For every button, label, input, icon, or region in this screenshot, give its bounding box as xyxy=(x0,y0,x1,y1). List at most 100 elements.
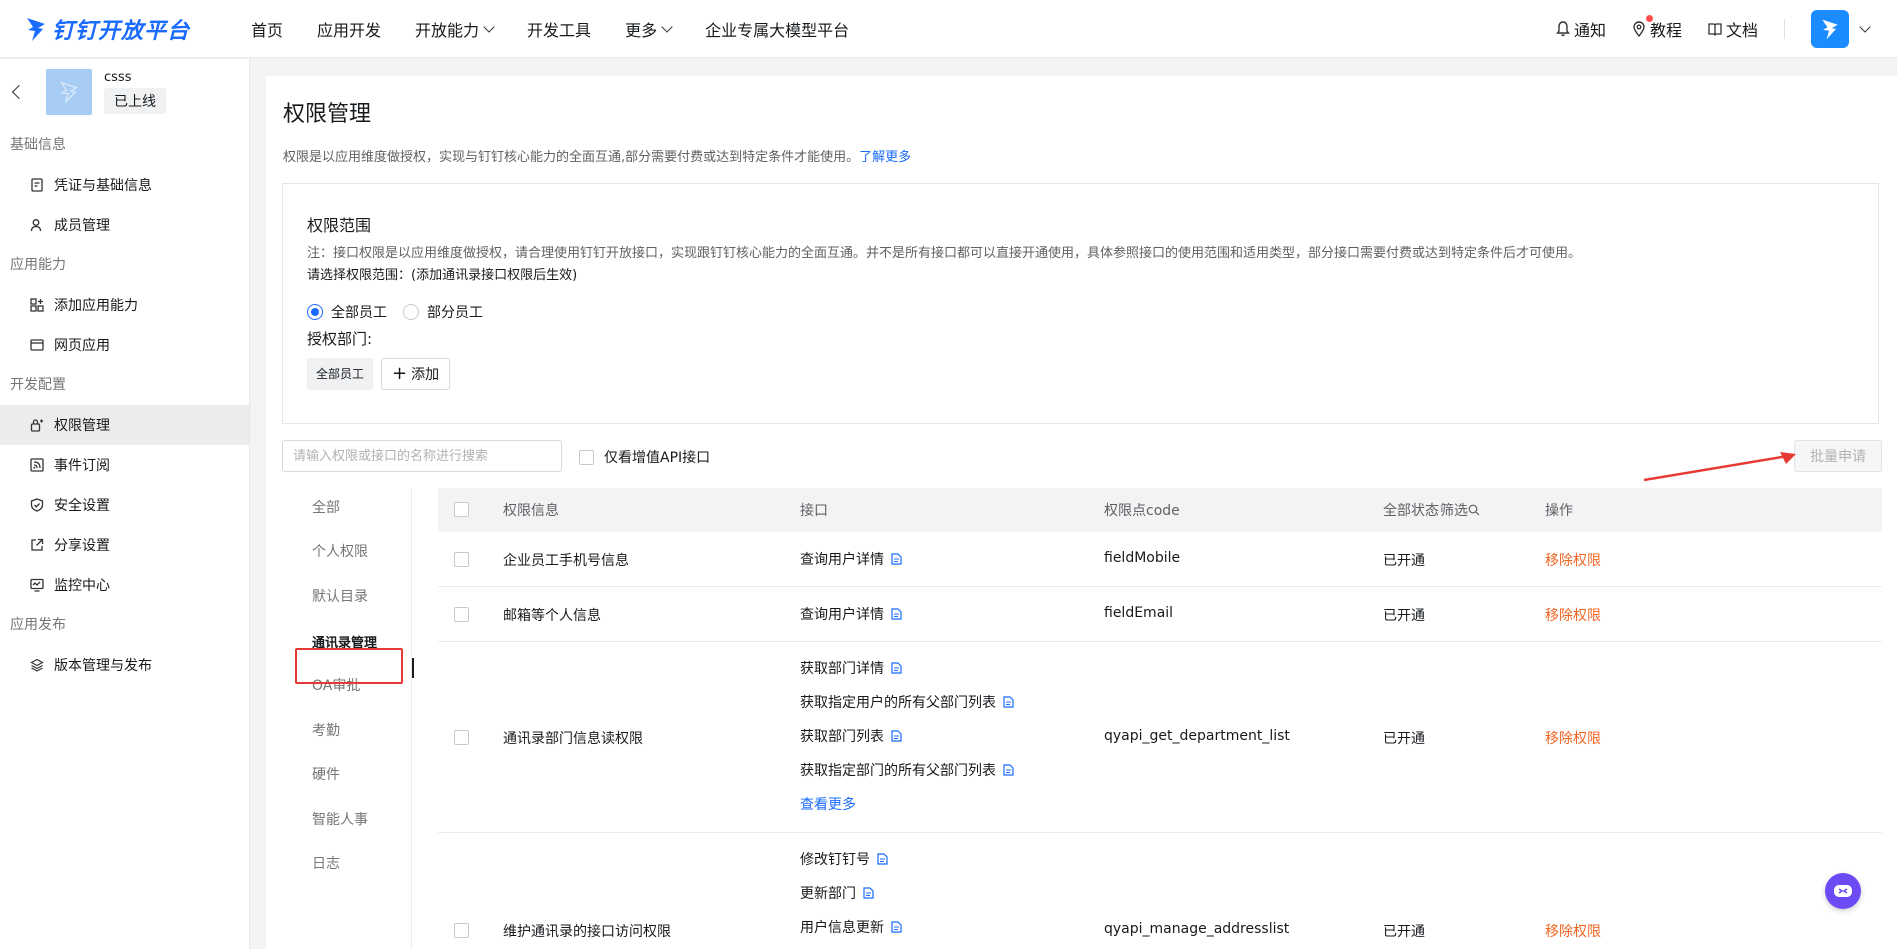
nav-label: 开发工具 xyxy=(527,20,592,40)
select-all-checkbox[interactable] xyxy=(454,502,469,517)
row-checkbox[interactable] xyxy=(454,730,469,745)
doc-icon[interactable] xyxy=(863,887,874,899)
nav-open-capability[interactable]: 开放能力 xyxy=(415,17,495,41)
remove-permission-link[interactable]: 移除权限 xyxy=(1545,605,1601,625)
sidebar-item-label: 监控中心 xyxy=(54,578,110,594)
api-item[interactable]: 获取部门列表 xyxy=(800,719,1014,753)
api-item[interactable]: 获取部门详情 xyxy=(800,651,1014,685)
row-name: 企业员工手机号信息 xyxy=(503,553,629,569)
notify-label: 通知 xyxy=(1573,21,1606,40)
docs-button[interactable]: 文档 xyxy=(1708,17,1758,41)
doc-icon[interactable] xyxy=(891,662,902,674)
logo[interactable]: 钉钉开放平台 xyxy=(24,13,204,45)
sidebar-item-credentials[interactable]: 凭证与基础信息 xyxy=(0,165,249,205)
api-item[interactable]: 查询用户详情 xyxy=(800,597,902,631)
assistant-float-button[interactable] xyxy=(1825,873,1861,909)
back-arrow-icon[interactable] xyxy=(11,84,27,100)
add-dept-button[interactable]: + 添加 xyxy=(381,358,451,390)
header-action: 操作 xyxy=(1545,503,1573,519)
avatar[interactable] xyxy=(1811,10,1849,48)
bell-icon xyxy=(1556,21,1570,37)
radio-partial-staff-label[interactable]: 部分员工 xyxy=(427,302,483,322)
sidebar-item-label: 成员管理 xyxy=(54,218,110,234)
header-api: 接口 xyxy=(800,503,828,519)
row-code: fieldMobile xyxy=(1104,550,1181,566)
api-item[interactable]: 获取指定部门的所有父部门列表 xyxy=(800,753,1014,787)
row-code: qyapi_get_department_list xyxy=(1104,728,1290,744)
row-name: 维护通讯录的接口访问权限 xyxy=(503,924,671,940)
remove-permission-link[interactable]: 移除权限 xyxy=(1545,550,1601,570)
sidebar-item-webpage[interactable]: 网页应用 xyxy=(0,325,249,365)
sidebar-item-versions[interactable]: 版本管理与发布 xyxy=(0,645,249,685)
nav-enterprise-llm[interactable]: 企业专属大模型平台 xyxy=(705,17,849,41)
sidebar-item-monitor[interactable]: 监控中心 xyxy=(0,565,249,605)
sidebar-item-add-capability[interactable]: 添加应用能力 xyxy=(0,285,249,325)
view-more-label[interactable]: 查看更多 xyxy=(800,794,856,814)
category-attendance[interactable]: 考勤 xyxy=(312,720,340,740)
nav-label: 更多 xyxy=(625,20,658,40)
checkbox[interactable] xyxy=(579,449,594,465)
status-filter[interactable]: 筛选 xyxy=(1440,500,1480,520)
api-item[interactable]: 修改钉钉号 xyxy=(800,842,902,876)
category-log[interactable]: 日志 xyxy=(312,853,340,873)
location-pin-icon xyxy=(1633,21,1645,37)
nav-dev-tools[interactable]: 开发工具 xyxy=(527,17,591,41)
nav-home[interactable]: 首页 xyxy=(251,17,283,41)
row-checkbox[interactable] xyxy=(454,607,469,622)
radio-all-staff[interactable] xyxy=(307,304,323,320)
sidebar-group-dev-config: 开发配置 xyxy=(10,377,66,393)
doc-icon[interactable] xyxy=(1003,696,1014,708)
table-row: 维护通讯录的接口访问权限 修改钉钉号 更新部门 用户信息更新 qyapi_man… xyxy=(438,833,1882,949)
nav-more[interactable]: 更多 xyxy=(625,17,673,41)
vas-only-checkbox[interactable]: 仅看增值API接口 xyxy=(579,447,710,467)
sidebar-item-security[interactable]: 安全设置 xyxy=(0,485,249,525)
notify-button[interactable]: 通知 xyxy=(1556,17,1606,41)
search-icon xyxy=(1468,504,1480,516)
doc-icon[interactable] xyxy=(891,921,902,933)
member-icon xyxy=(30,219,42,232)
sidebar-item-label: 版本管理与发布 xyxy=(54,658,152,674)
row-checkbox[interactable] xyxy=(454,923,469,938)
radio-partial-staff[interactable] xyxy=(403,304,419,320)
search-input[interactable] xyxy=(282,440,562,472)
view-more-link[interactable]: 查看更多 xyxy=(800,787,1014,821)
row-apis: 修改钉钉号 更新部门 用户信息更新 xyxy=(800,842,902,944)
doc-icon[interactable] xyxy=(891,608,902,620)
sidebar-item-events[interactable]: 事件订阅 xyxy=(0,445,249,485)
nav-app-dev[interactable]: 应用开发 xyxy=(317,17,381,41)
sidebar-item-members[interactable]: 成员管理 xyxy=(0,205,249,245)
doc-icon[interactable] xyxy=(891,553,902,565)
row-status: 已开通 xyxy=(1383,924,1425,940)
row-name: 通讯录部门信息读权限 xyxy=(503,731,643,747)
api-item[interactable]: 查询用户详情 xyxy=(800,542,902,576)
row-checkbox[interactable] xyxy=(454,552,469,567)
category-hardware[interactable]: 硬件 xyxy=(312,764,340,784)
category-default[interactable]: 默认目录 xyxy=(312,586,368,606)
doc-icon[interactable] xyxy=(1003,764,1014,776)
sidebar-item-share[interactable]: 分享设置 xyxy=(0,525,249,565)
api-item[interactable]: 用户信息更新 xyxy=(800,910,902,944)
api-name: 用户信息更新 xyxy=(800,920,884,936)
api-item[interactable]: 获取指定用户的所有父部门列表 xyxy=(800,685,1014,719)
category-smart-hr[interactable]: 智能人事 xyxy=(312,809,368,829)
chevron-down-icon[interactable] xyxy=(1859,21,1871,33)
batch-apply-button[interactable]: 批量申请 xyxy=(1794,440,1882,472)
category-all[interactable]: 全部 xyxy=(312,497,340,517)
category-personal[interactable]: 个人权限 xyxy=(312,541,368,561)
learn-more-link[interactable]: 了解更多 xyxy=(859,150,911,165)
doc-icon[interactable] xyxy=(877,853,888,865)
active-category-marker xyxy=(412,658,414,678)
docs-label: 文档 xyxy=(1725,21,1758,40)
scope-radio-group: 全部员工 部分员工 xyxy=(307,302,499,322)
sidebar-group-capability: 应用能力 xyxy=(10,257,66,273)
api-item[interactable]: 更新部门 xyxy=(800,876,902,910)
remove-permission-link[interactable]: 移除权限 xyxy=(1545,728,1601,748)
tutorial-button[interactable]: 教程 xyxy=(1632,15,1682,41)
radio-all-staff-label[interactable]: 全部员工 xyxy=(331,302,387,322)
doc-icon[interactable] xyxy=(891,730,902,742)
row-status: 已开通 xyxy=(1383,731,1425,747)
remove-permission-link[interactable]: 移除权限 xyxy=(1545,921,1601,941)
sidebar-item-permission[interactable]: 权限管理 xyxy=(0,405,249,445)
auth-dept-row: 全部员工 + 添加 xyxy=(307,358,451,390)
dingtalk-logo-icon xyxy=(27,17,45,41)
